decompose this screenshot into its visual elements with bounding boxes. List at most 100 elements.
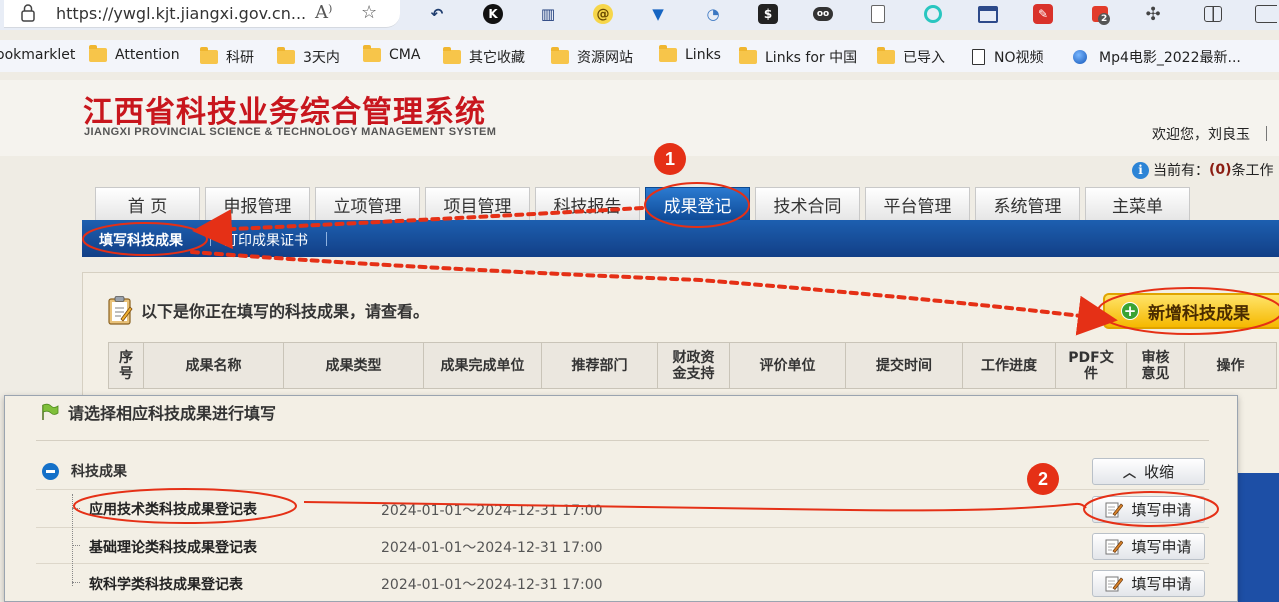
- bookmark-folder-links[interactable]: Links: [659, 45, 721, 63]
- folder-icon: [89, 45, 107, 62]
- plus-icon: +: [1121, 302, 1139, 320]
- achievement-table: 序号 成果名称 成果类型 成果完成单位 推荐部门 财政资金支持 评价单位 提交时…: [108, 342, 1277, 389]
- bookmark-label: 3天内: [303, 50, 340, 66]
- tab-achievement-registration[interactable]: 成果登记: [645, 187, 750, 220]
- extension-window-icon[interactable]: [976, 3, 1000, 25]
- tab-project-approval[interactable]: 立项管理: [315, 187, 420, 220]
- fill-application-button[interactable]: 填写申请: [1092, 570, 1205, 597]
- bookmark-label: 其它收藏: [469, 50, 525, 66]
- col-header: 序号: [108, 342, 144, 389]
- bookmark-label: Links: [685, 47, 721, 63]
- tree-branch: [72, 508, 80, 509]
- folder-icon: [739, 47, 757, 64]
- tree-branch: [72, 545, 80, 546]
- group-label: 科技成果: [71, 464, 127, 480]
- tab-project-management[interactable]: 项目管理: [425, 187, 530, 220]
- favorite-star-icon[interactable]: ☆: [361, 2, 377, 23]
- read-aloud-icon[interactable]: A⁾: [315, 2, 332, 23]
- extension-badge-icon[interactable]: 2: [1088, 3, 1112, 25]
- extension-pin-icon[interactable]: ▼: [646, 3, 670, 25]
- extension-doc-icon[interactable]: [866, 3, 890, 25]
- tab-application[interactable]: 申报管理: [205, 187, 310, 220]
- welcome-text: 欢迎您，刘良玉: [1152, 127, 1250, 143]
- bookmark-folder-3days[interactable]: 3天内: [277, 47, 340, 67]
- extension-badge-count: 2: [1098, 13, 1111, 25]
- fill-application-label: 填写申请: [1131, 538, 1192, 556]
- subnav-divider: [326, 232, 327, 246]
- col-header: 成果名称: [143, 342, 284, 389]
- dialog-title-text: 请选择相应科技成果进行填写: [68, 404, 277, 423]
- tab-home[interactable]: 首 页: [95, 187, 200, 220]
- bookmark-no-video[interactable]: NO视频: [972, 47, 1044, 67]
- collapse-button[interactable]: ︿ 收缩: [1092, 458, 1205, 485]
- form-period: 2024-01-01～2024-12-31 17:00: [381, 577, 603, 593]
- form-name-applied-tech[interactable]: 应用技术类科技成果登记表: [89, 499, 257, 519]
- extension-edge-icon[interactable]: ◔: [701, 3, 725, 25]
- folder-icon: [200, 47, 218, 64]
- header-divider: [1266, 126, 1267, 141]
- bookmarks-bar: ookmarklet Attention 科研 3天内 CMA 其它收藏 资源网…: [0, 40, 1279, 72]
- split-screen-icon[interactable]: [1201, 3, 1225, 25]
- row-divider: [36, 527, 1209, 528]
- bookmark-folder-cma[interactable]: CMA: [363, 45, 420, 63]
- bookmark-label: Mp4电影_2022最新...: [1099, 50, 1241, 66]
- site-subtitle: JIANGXI PROVINCIAL SCIENCE & TECHNOLOGY …: [84, 126, 497, 138]
- group-achievements[interactable]: 科技成果: [42, 461, 127, 481]
- notice-suffix: 条工作: [1231, 163, 1274, 179]
- tab-main-menu[interactable]: 主菜单: [1085, 187, 1190, 220]
- extension-k-icon[interactable]: K: [481, 3, 505, 25]
- extensions-puzzle-icon[interactable]: ✣: [1141, 3, 1165, 25]
- collapse-minus-icon[interactable]: [42, 462, 59, 480]
- subtab-print-certificate[interactable]: 打印成果证书: [224, 230, 308, 250]
- extension-at-icon[interactable]: @: [591, 3, 615, 25]
- extension-back-icon[interactable]: ↶: [425, 3, 449, 25]
- extension-owl-icon[interactable]: oo: [811, 3, 835, 25]
- work-notice[interactable]: i 当前有： (0) 条工作: [1132, 160, 1274, 180]
- fill-application-label: 填写申请: [1131, 575, 1192, 593]
- bookmark-item[interactable]: ookmarklet: [0, 47, 75, 63]
- extension-dollar-icon[interactable]: $: [756, 3, 780, 25]
- tree-branch: [72, 582, 80, 583]
- subtab-fill-achievement[interactable]: 填写科技成果: [99, 230, 183, 250]
- col-header: 工作进度: [962, 342, 1056, 389]
- bookmark-folder-other[interactable]: 其它收藏: [443, 47, 525, 67]
- bookmark-folder-resources[interactable]: 资源网站: [551, 47, 633, 67]
- browser-toolbar: https://ywgl.kjt.jiangxi.gov.cn... A⁾ ☆ …: [0, 0, 1279, 30]
- intro-line: 以下是你正在填写的科技成果，请查看。: [107, 295, 429, 325]
- bookmark-folder-research[interactable]: 科研: [200, 47, 254, 67]
- folder-icon: [443, 47, 461, 64]
- col-header-funding: 财政资金支持: [672, 349, 715, 382]
- bookmark-folder-imported[interactable]: 已导入: [877, 47, 945, 67]
- bookmark-mp4-movie[interactable]: Mp4电影_2022最新...: [1073, 47, 1241, 67]
- extension-red-icon[interactable]: ✎: [1031, 3, 1055, 25]
- background-blue-strip: [1238, 473, 1279, 602]
- bookmark-label: NO视频: [994, 50, 1044, 66]
- site-header: 江西省科技业务综合管理系统 JIANGXI PROVINCIAL SCIENCE…: [0, 80, 1279, 156]
- favorites-icon[interactable]: [1254, 3, 1278, 25]
- bookmark-label: ookmarklet: [0, 47, 76, 63]
- tab-platform-management[interactable]: 平台管理: [865, 187, 970, 220]
- folder-icon: [277, 47, 295, 64]
- extension-circle-icon[interactable]: [921, 3, 945, 25]
- fill-application-button[interactable]: 填写申请: [1092, 496, 1205, 523]
- step-marker-1: 1: [654, 143, 686, 175]
- col-header: 评价单位: [729, 342, 846, 389]
- extension-books-icon[interactable]: ▥: [536, 3, 560, 25]
- form-period: 2024-01-01～2024-12-31 17:00: [381, 503, 603, 519]
- fill-application-button[interactable]: 填写申请: [1092, 533, 1205, 560]
- tab-tech-report[interactable]: 科技报告: [535, 187, 640, 220]
- add-achievement-label: 新增科技成果: [1148, 303, 1250, 324]
- bookmark-label: 资源网站: [577, 50, 633, 66]
- tab-system-management[interactable]: 系统管理: [975, 187, 1080, 220]
- add-achievement-button[interactable]: + 新增科技成果: [1103, 293, 1279, 329]
- address-bar[interactable]: https://ywgl.kjt.jiangxi.gov.cn... A⁾ ☆: [4, 0, 400, 28]
- url-text[interactable]: https://ywgl.kjt.jiangxi.gov.cn...: [56, 4, 306, 23]
- bookmark-folder-attention[interactable]: Attention: [89, 45, 180, 63]
- edit-icon: [1105, 502, 1124, 518]
- bookmark-folder-links-china[interactable]: Links for 中国: [739, 47, 857, 67]
- bookmark-label: Links for 中国: [765, 50, 858, 66]
- flag-icon: [42, 403, 59, 420]
- form-name-soft-science[interactable]: 软科学类科技成果登记表: [89, 574, 243, 594]
- form-name-basic-theory[interactable]: 基础理论类科技成果登记表: [89, 537, 257, 557]
- tab-tech-contract[interactable]: 技术合同: [755, 187, 860, 220]
